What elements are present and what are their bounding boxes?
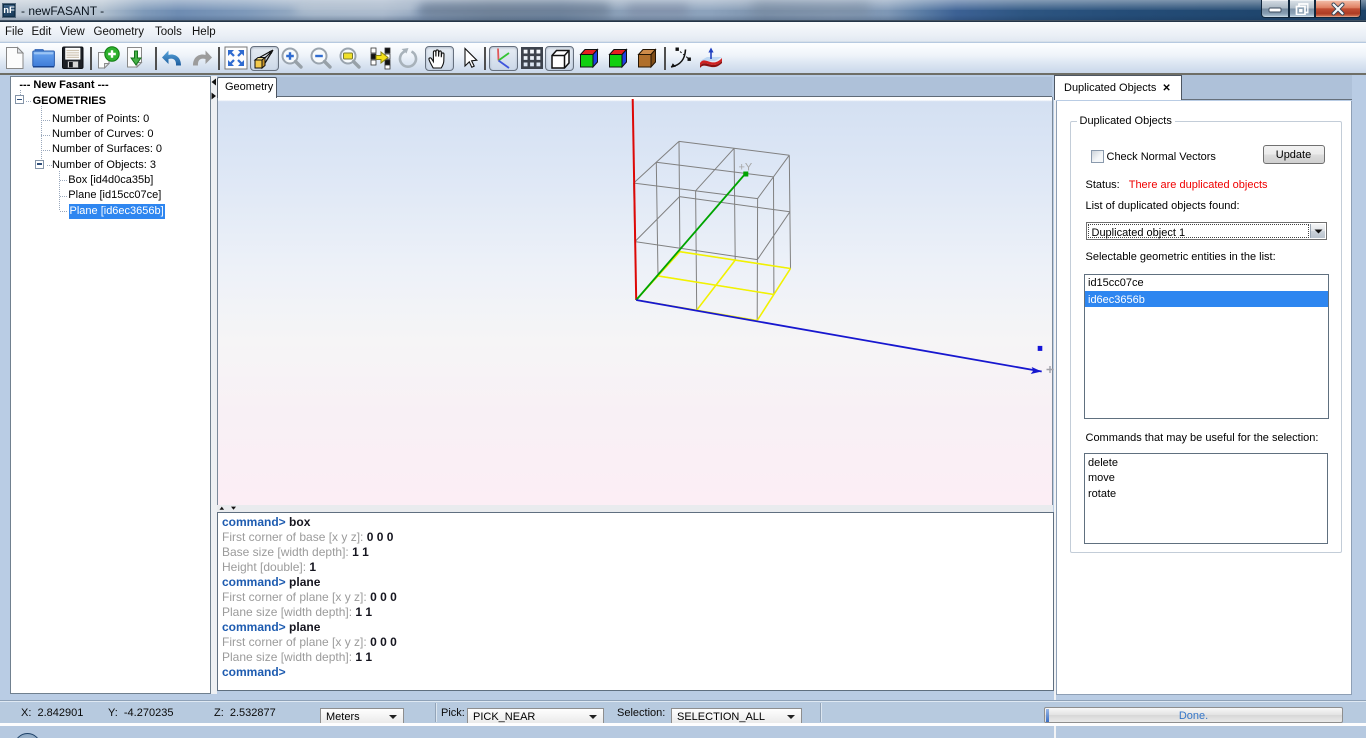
- svg-text:+Y: +Y: [739, 162, 753, 174]
